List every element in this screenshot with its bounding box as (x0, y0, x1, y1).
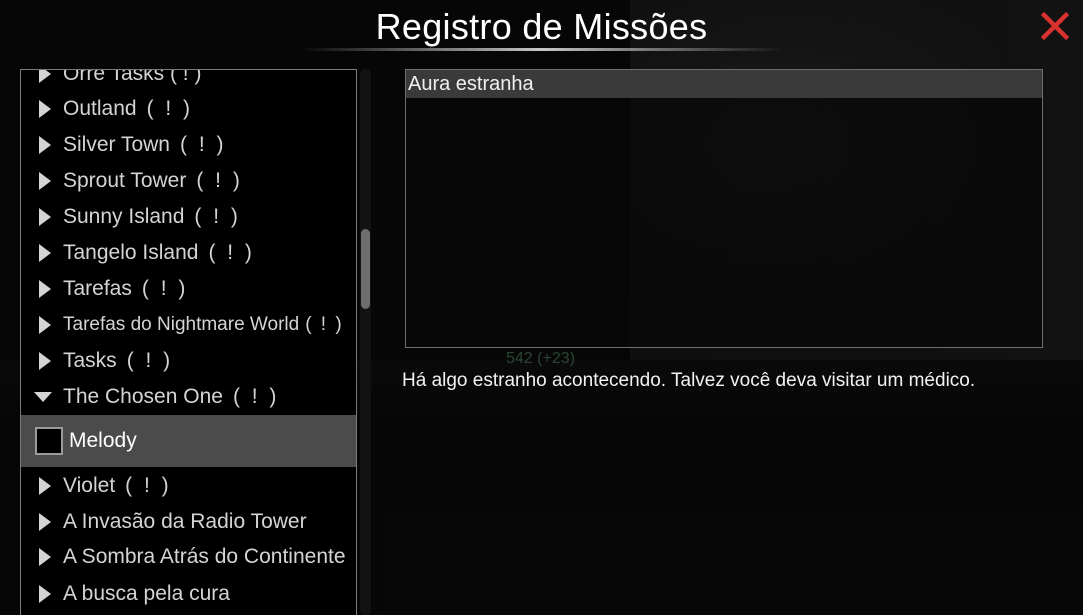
expand-arrow-icon (37, 207, 53, 227)
quest-alert-badge: ( ! ) (126, 349, 174, 372)
quest-category-sprout-tower[interactable]: Sprout Tower ( ! ) (21, 163, 356, 199)
quest-category-busca-cura[interactable]: A busca pela cura (21, 576, 356, 612)
title-underline (300, 48, 783, 51)
quest-category-label: Tasks (63, 349, 117, 372)
expand-arrow-icon (37, 243, 53, 263)
quest-category-label: Sprout Tower (63, 169, 187, 192)
quest-category-label: Tarefas (63, 277, 132, 300)
quest-alert-badge: ( ! ) (125, 474, 172, 497)
quest-entry-melody[interactable]: Melody (21, 415, 356, 467)
quest-alert-badge: ( ! ) (141, 277, 189, 300)
quest-alert-badge: ( ! ) (196, 169, 243, 192)
expand-arrow-icon (37, 315, 53, 335)
quest-category-silver-town[interactable]: Silver Town ( ! ) (21, 127, 356, 163)
quest-checkbox[interactable] (35, 427, 63, 455)
quest-category-label: Sunny Island (63, 205, 185, 228)
quest-category-invasao-radio-tower[interactable]: A Invasão da Radio Tower (21, 504, 356, 540)
quest-entry-label: Melody (69, 429, 137, 452)
expand-arrow-icon (37, 476, 53, 496)
quest-alert-badge: ( ! ) (305, 314, 344, 335)
quest-list-scrollbar[interactable] (360, 69, 371, 615)
quest-category-label: A busca pela cura (63, 582, 230, 605)
quest-category-label: Tangelo Island (63, 241, 199, 264)
quest-category-label: The Chosen One (63, 385, 223, 408)
quest-category-tasks[interactable]: Tasks ( ! ) (21, 343, 356, 379)
quest-alert-badge: ( ! ) (208, 241, 255, 264)
quest-alert-badge: ( ! ) (232, 385, 280, 408)
quest-category-the-chosen-one[interactable]: The Chosen One ( ! ) (21, 379, 356, 415)
quest-category-tarefas[interactable]: Tarefas ( ! ) (21, 271, 356, 307)
quest-alert-badge: ( ! ) (146, 97, 194, 120)
quest-category-sunny-island[interactable]: Sunny Island ( ! ) (21, 199, 356, 235)
objective-panel: Aura estranha (405, 69, 1043, 348)
quest-category-label: Tarefas do Nightmare World (63, 314, 300, 335)
quest-category-label: Outland (63, 97, 137, 120)
window-title: Registro de Missões (375, 6, 708, 47)
quest-category-label: Orre Tasks ( ! ) (63, 69, 202, 85)
quest-category-tarefas-nightmare[interactable]: Tarefas do Nightmare World ( ! ) (21, 307, 356, 343)
expand-arrow-icon (37, 171, 53, 191)
quest-category-label: A Invasão da Radio Tower (63, 510, 307, 533)
quest-category-sombra-continente[interactable]: A Sombra Atrás do Continente (21, 539, 356, 575)
expand-arrow-icon (37, 279, 53, 299)
window-header: Registro de Missões (0, 0, 1083, 56)
objective-item[interactable]: Aura estranha (406, 70, 1042, 98)
quest-category-label: A Sombra Atrás do Continente (63, 545, 346, 568)
expand-arrow-icon (37, 584, 53, 604)
collapse-arrow-icon (34, 387, 53, 407)
quest-category-label: Silver Town (63, 133, 170, 156)
quest-alert-badge: ( ! ) (180, 133, 227, 156)
quest-category-partial[interactable]: Orre Tasks ( ! ) (21, 69, 356, 92)
close-x-icon (1040, 11, 1070, 41)
scrollbar-thumb[interactable] (361, 229, 370, 309)
close-button[interactable] (1037, 8, 1073, 44)
expand-arrow-icon (37, 70, 53, 84)
quest-category-tangelo-island[interactable]: Tangelo Island ( ! ) (21, 235, 356, 271)
quest-alert-badge: ( ! ) (194, 205, 241, 228)
expand-arrow-icon (37, 547, 53, 567)
quest-category-violet[interactable]: Violet ( ! ) (21, 468, 356, 504)
expand-arrow-icon (37, 512, 53, 532)
quest-category-label: Violet (63, 474, 116, 497)
expand-arrow-icon (37, 135, 53, 155)
expand-arrow-icon (37, 99, 53, 119)
expand-arrow-icon (37, 351, 53, 371)
quest-tree[interactable]: Orre Tasks ( ! ) Outland ( ! ) Silver To… (20, 69, 357, 615)
quest-category-outland[interactable]: Outland ( ! ) (21, 91, 356, 127)
quest-description: Há algo estranho acontecendo. Talvez voc… (402, 370, 976, 391)
